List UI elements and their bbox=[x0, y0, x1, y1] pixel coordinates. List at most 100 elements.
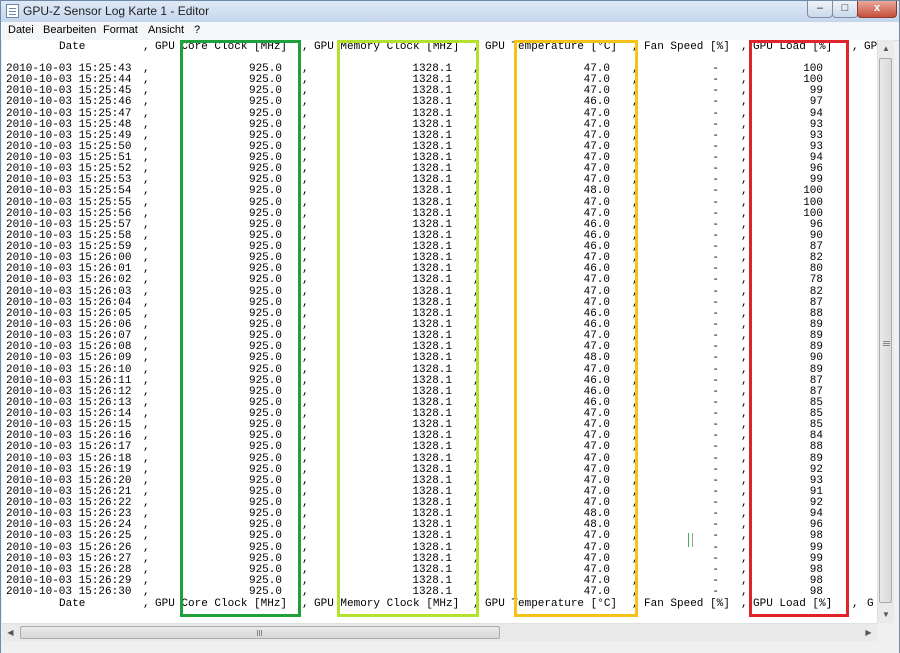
cell-date: 2010-10-03 15:25:48 bbox=[6, 118, 132, 131]
separator: , bbox=[143, 274, 150, 287]
separator: , bbox=[143, 452, 150, 465]
maximize-button[interactable]: □ bbox=[832, 1, 858, 18]
footer-date: Date bbox=[59, 598, 86, 610]
cell-fan: - bbox=[712, 374, 719, 387]
notepad-icon bbox=[6, 4, 19, 18]
separator: , bbox=[143, 185, 150, 198]
mouse-ibeam-cursor bbox=[688, 533, 693, 547]
cell-fan: - bbox=[712, 196, 719, 209]
separator: , bbox=[302, 118, 309, 131]
cell-date: 2010-10-03 15:25:47 bbox=[6, 107, 132, 120]
separator: , bbox=[143, 196, 150, 209]
cell-date: 2010-10-03 15:25:54 bbox=[6, 185, 132, 198]
separator: , bbox=[302, 285, 309, 298]
cell-date: 2010-10-03 15:26:18 bbox=[6, 452, 132, 465]
separator: , bbox=[302, 441, 309, 454]
cell-fan: - bbox=[712, 107, 719, 120]
separator: , bbox=[302, 352, 309, 365]
separator: , bbox=[741, 96, 748, 109]
menu-bar: Datei Bearbeiten Format Ansicht ? bbox=[1, 22, 899, 41]
footer-fan-speed: Fan Speed [%] bbox=[644, 598, 730, 610]
vertical-scrollbar[interactable]: ▲ ▼ bbox=[877, 40, 894, 623]
scroll-right-arrow-icon[interactable]: ▶ bbox=[860, 624, 877, 641]
separator: , bbox=[143, 107, 150, 120]
editor-window: GPU-Z Sensor Log Karte 1 - Editor – □ x … bbox=[0, 0, 900, 653]
cell-date: 2010-10-03 15:26:26 bbox=[6, 541, 132, 554]
separator: , bbox=[302, 363, 309, 376]
scroll-down-arrow-icon[interactable]: ▼ bbox=[878, 606, 894, 623]
grip-icon bbox=[883, 341, 890, 342]
separator: , bbox=[143, 374, 150, 387]
header-sep: , bbox=[741, 41, 748, 53]
menu-bearbeiten[interactable]: Bearbeiten bbox=[43, 24, 96, 36]
header-sep: , bbox=[143, 41, 150, 53]
cell-fan: - bbox=[712, 363, 719, 376]
title-bar[interactable]: GPU-Z Sensor Log Karte 1 - Editor – □ x bbox=[1, 1, 899, 23]
scrollbar-corner bbox=[877, 623, 893, 640]
scroll-up-arrow-icon[interactable]: ▲ bbox=[878, 40, 894, 57]
header-next-column: GP bbox=[864, 41, 877, 53]
cell-fan: - bbox=[712, 452, 719, 465]
cell-fan: - bbox=[712, 441, 719, 454]
vertical-scroll-thumb[interactable] bbox=[879, 58, 892, 603]
grip-icon bbox=[257, 630, 258, 636]
separator: , bbox=[302, 96, 309, 109]
menu-datei[interactable]: Datei bbox=[8, 24, 34, 36]
cell-date: 2010-10-03 15:25:55 bbox=[6, 196, 132, 209]
cell-fan: - bbox=[712, 530, 719, 543]
footer-sep: , bbox=[302, 598, 309, 610]
cell-fan: - bbox=[712, 96, 719, 109]
cell-fan: - bbox=[712, 285, 719, 298]
header-date: Date bbox=[59, 41, 86, 53]
separator: , bbox=[741, 363, 748, 376]
memory-clock-highlight-box bbox=[337, 40, 479, 617]
separator: , bbox=[302, 541, 309, 554]
separator: , bbox=[143, 352, 150, 365]
separator: , bbox=[143, 541, 150, 554]
separator: , bbox=[143, 530, 150, 543]
cell-date: 2010-10-03 15:26:30 bbox=[6, 586, 132, 599]
footer-sep: , bbox=[143, 598, 150, 610]
cell-date: 2010-10-03 15:26:17 bbox=[6, 441, 132, 454]
separator: , bbox=[741, 274, 748, 287]
separator: , bbox=[143, 96, 150, 109]
separator: , bbox=[741, 541, 748, 554]
menu-help[interactable]: ? bbox=[194, 24, 200, 36]
cell-fan: - bbox=[712, 185, 719, 198]
scroll-left-arrow-icon[interactable]: ◀ bbox=[2, 624, 19, 641]
separator: , bbox=[302, 107, 309, 120]
separator: , bbox=[741, 285, 748, 298]
footer-sep: , bbox=[852, 598, 859, 610]
cell-date: 2010-10-03 15:26:03 bbox=[6, 285, 132, 298]
separator: , bbox=[143, 441, 150, 454]
separator: , bbox=[741, 107, 748, 120]
separator: , bbox=[143, 118, 150, 131]
footer-next-column: G bbox=[867, 598, 874, 610]
header-sep: , bbox=[302, 41, 309, 53]
minimize-button[interactable]: – bbox=[807, 1, 833, 18]
horizontal-scroll-thumb[interactable] bbox=[20, 626, 500, 639]
menu-ansicht[interactable]: Ansicht bbox=[148, 24, 184, 36]
text-area[interactable]: Date , GPU Core Clock [MHz] , GPU Memory… bbox=[2, 40, 877, 623]
cell-fan: - bbox=[712, 274, 719, 287]
horizontal-scrollbar[interactable]: ◀ ▶ bbox=[2, 623, 877, 641]
separator: , bbox=[741, 586, 748, 599]
menu-format[interactable]: Format bbox=[103, 24, 138, 36]
temperature-highlight-box bbox=[514, 40, 638, 617]
window-title: GPU-Z Sensor Log Karte 1 - Editor bbox=[23, 4, 210, 18]
separator: , bbox=[741, 185, 748, 198]
separator: , bbox=[302, 452, 309, 465]
separator: , bbox=[143, 586, 150, 599]
separator: , bbox=[302, 586, 309, 599]
separator: , bbox=[302, 185, 309, 198]
cell-date: 2010-10-03 15:26:11 bbox=[6, 374, 132, 387]
separator: , bbox=[741, 352, 748, 365]
close-button[interactable]: x bbox=[857, 1, 897, 18]
cell-fan: - bbox=[712, 118, 719, 131]
cell-fan: - bbox=[712, 586, 719, 599]
separator: , bbox=[741, 452, 748, 465]
header-fan-speed: Fan Speed [%] bbox=[644, 41, 730, 53]
separator: , bbox=[741, 118, 748, 131]
separator: , bbox=[143, 285, 150, 298]
cell-fan: - bbox=[712, 541, 719, 554]
